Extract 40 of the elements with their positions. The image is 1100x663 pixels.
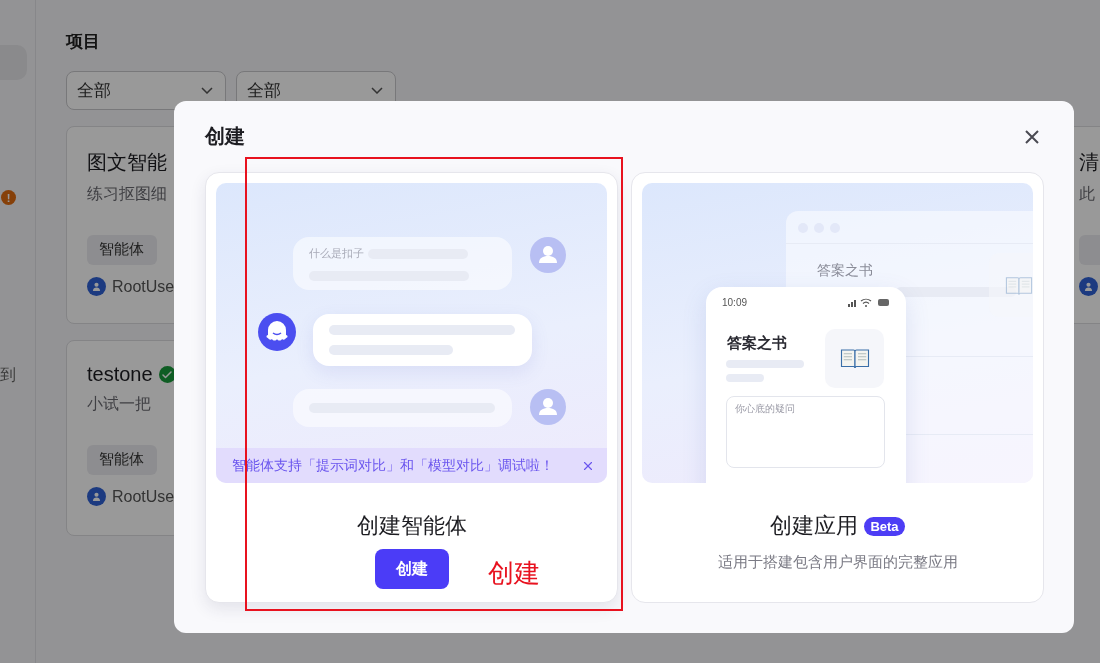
project-title: 清 bbox=[1079, 150, 1099, 175]
filter-dropdown[interactable]: 全部 bbox=[66, 71, 226, 110]
sidebar-label: 到 bbox=[0, 365, 17, 385]
user-avatar-icon bbox=[1079, 277, 1098, 296]
section-title: 项目 bbox=[66, 31, 101, 53]
book-icon bbox=[1005, 274, 1033, 296]
phone-time: 10:09 bbox=[722, 297, 748, 308]
project-description: 练习抠图细 bbox=[87, 184, 167, 204]
alert-badge: ! bbox=[1, 190, 16, 205]
question-text: 什么是扣子 bbox=[309, 246, 364, 261]
close-icon bbox=[1025, 129, 1039, 144]
question-field: 你心底的疑问 bbox=[726, 396, 885, 468]
dialog-title: 创建 bbox=[205, 124, 245, 149]
app-option-card[interactable]: 答案之书 10:09 答案之书 你心底的疑问 创建应用 Beta 适用于搭建包含用户界面的完整应用 bbox=[631, 172, 1044, 603]
project-description: 小试一把 bbox=[87, 394, 151, 414]
user-avatar-icon bbox=[530, 389, 566, 425]
app-title: 答案之书 bbox=[727, 334, 787, 353]
type-tag: 智能体 bbox=[87, 235, 157, 265]
project-title: 图文智能 bbox=[87, 150, 167, 175]
window-title: 答案之书 bbox=[817, 262, 873, 280]
book-icon bbox=[839, 347, 870, 370]
type-tag: 智能体 bbox=[87, 445, 157, 475]
user-avatar-icon bbox=[87, 277, 106, 296]
owner-name: RootUse bbox=[112, 277, 175, 296]
banner-text: 智能体支持「提示词对比」和「模型对比」调试啦！ bbox=[232, 456, 554, 475]
chevron-icon bbox=[371, 87, 383, 94]
option-title: 创建智能体 bbox=[356, 512, 467, 540]
option-description: 适用于搭建包含用户界面的完整应用 bbox=[717, 553, 958, 572]
annotation-label: 创建 bbox=[488, 557, 540, 590]
chevron-icon bbox=[201, 87, 213, 94]
status-icons bbox=[848, 298, 890, 307]
user-avatar-icon bbox=[530, 237, 566, 273]
option-title: 创建应用 bbox=[770, 512, 859, 540]
user-avatar-icon bbox=[87, 487, 106, 506]
owner-name: RootUse bbox=[112, 487, 175, 506]
project-title: testone bbox=[87, 363, 153, 386]
create-button[interactable]: 创建 bbox=[374, 549, 449, 589]
bot-avatar-icon bbox=[258, 313, 296, 351]
beta-badge: Beta bbox=[864, 516, 905, 536]
project-description: 此 bbox=[1079, 184, 1095, 204]
